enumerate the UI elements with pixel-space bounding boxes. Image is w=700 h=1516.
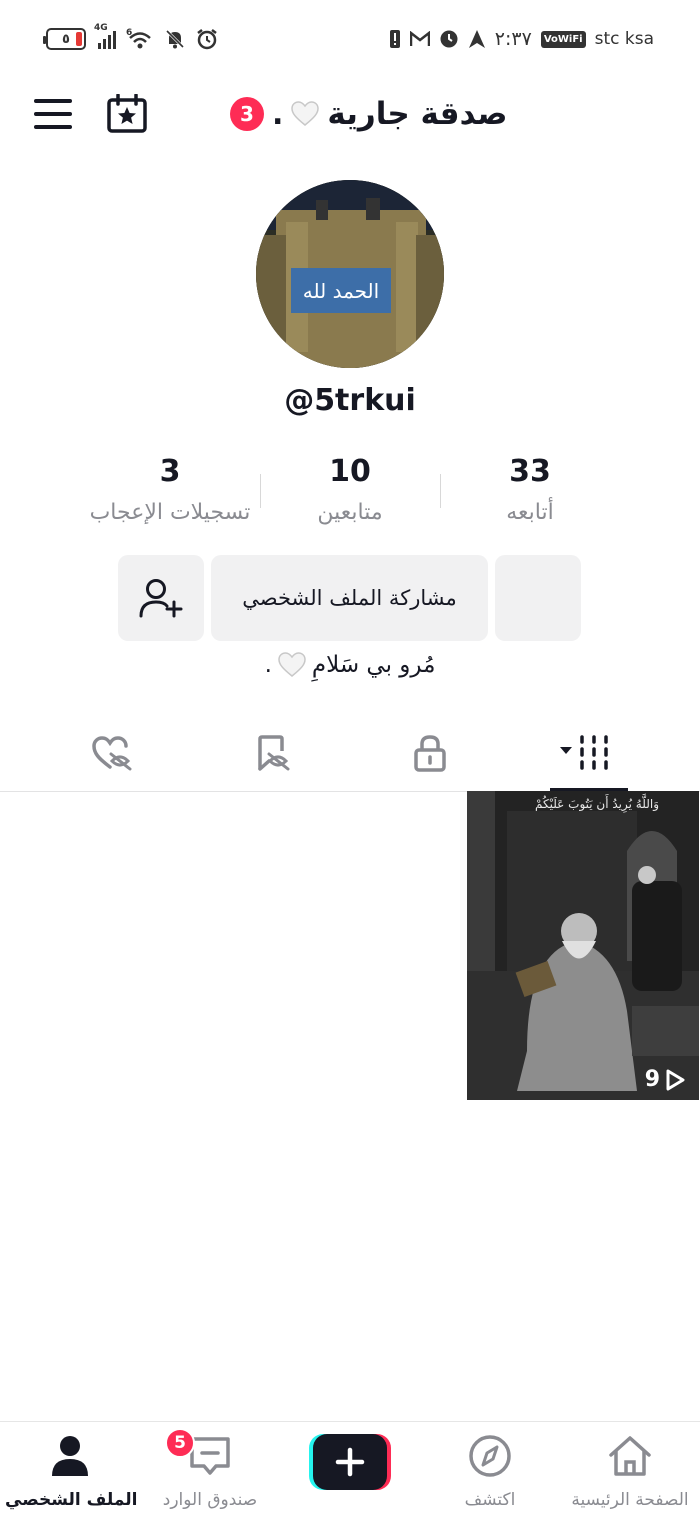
battery-icon: ٥ — [43, 28, 86, 50]
profile-stats: 33 أتابعه 10 متابعين 3 تسجيلات الإعجاب — [60, 452, 640, 532]
tab-videos[interactable] — [560, 730, 620, 776]
home-icon — [609, 1436, 651, 1476]
title-dot: . — [272, 96, 284, 132]
nav-inbox[interactable]: 5 صندوق الوارد — [145, 1428, 275, 1510]
profile-display-name: صدقة جارية — [327, 96, 508, 132]
nav-profile-label: الملف الشخصي — [5, 1490, 138, 1510]
stat-likes[interactable]: 3 تسجيلات الإعجاب — [75, 452, 265, 530]
stat-following-label: أتابعه — [506, 500, 554, 525]
cell-signal-icon: 4G — [94, 23, 116, 49]
heart-hidden-icon — [92, 736, 132, 771]
nav-profile[interactable]: الملف الشخصي — [5, 1434, 138, 1510]
grid-icon — [560, 735, 608, 770]
tab-private[interactable] — [400, 730, 460, 776]
svg-text:الحمد لله: الحمد لله — [303, 279, 379, 303]
stat-following-value: 33 — [509, 454, 551, 489]
video-thumbnail[interactable]: وَاللَّهُ يُرِيدُ أَن يَتُوبَ عَلَيْكُمْ… — [467, 791, 699, 1100]
carrier-name: stc ksa — [594, 29, 654, 49]
creator-calendar-icon[interactable] — [106, 94, 148, 134]
video-view-count: 9 — [645, 1067, 685, 1092]
clock-time: ٢:٣٧ — [494, 28, 532, 50]
profile-icon — [52, 1436, 88, 1476]
bio-dot: . — [264, 652, 272, 678]
nav-home-label: الصفحة الرئيسية — [571, 1490, 689, 1510]
profile-header: 3 . صدقة جارية — [0, 76, 700, 152]
sim-alert-icon — [389, 30, 400, 48]
status-bar-right: ٢:٣٧ VoWiFi stc ksa — [389, 24, 654, 54]
bottom-nav: الصفحة الرئيسية اكتشف 5 صندوق الوارد الم… — [0, 1421, 700, 1516]
white-heart-icon — [291, 101, 320, 126]
video-thumbnail-image — [467, 791, 699, 1100]
clock-icon — [440, 30, 458, 48]
battery-level: ٥ — [62, 31, 70, 47]
bookmark-hidden-icon — [258, 735, 290, 771]
wifi-icon: 6 — [126, 28, 151, 49]
stat-followers-label: متابعين — [317, 500, 383, 525]
add-user-icon — [139, 579, 183, 618]
create-post-button[interactable] — [309, 1434, 391, 1490]
bio: مُرو بي سَلامِ . — [0, 652, 700, 678]
find-friends-button[interactable] — [118, 555, 204, 641]
share-profile-button[interactable]: مشاركة الملف الشخصي — [211, 555, 488, 641]
edit-profile-button[interactable] — [495, 555, 581, 641]
alarm-icon — [197, 29, 217, 50]
bio-text: مُرو بي سَلامِ — [311, 652, 436, 678]
avatar[interactable]: الحمد لله — [256, 180, 444, 368]
video-caption: وَاللَّهُ يُرِيدُ أَن يَتُوبَ عَلَيْكُمْ — [534, 797, 659, 811]
stat-followers[interactable]: 10 متابعين — [255, 452, 445, 530]
nav-discover[interactable]: اكتشف — [425, 1434, 555, 1510]
bell-off-icon — [165, 29, 185, 49]
lock-icon — [414, 735, 446, 772]
notification-badge: 3 — [230, 97, 264, 131]
menu-icon[interactable] — [34, 99, 72, 129]
status-bar: ٥ 4G 6 ٢:٣٧ VoWiFi stc ksa — [0, 0, 700, 76]
stat-followers-value: 10 — [329, 454, 371, 489]
stat-likes-label: تسجيلات الإعجاب — [89, 500, 251, 525]
tab-favorites[interactable] — [242, 730, 302, 776]
network-type: 4G — [94, 23, 108, 33]
nav-discover-label: اكتشف — [464, 1490, 516, 1510]
white-heart-icon — [278, 652, 306, 677]
gmail-icon — [409, 31, 430, 46]
compass-icon — [469, 1435, 511, 1477]
tab-liked[interactable] — [82, 730, 142, 776]
vowifi-badge: VoWiFi — [540, 30, 586, 48]
status-bar-left: ٥ 4G 6 — [43, 23, 218, 54]
navigation-icon — [468, 30, 485, 48]
stat-following[interactable]: 33 أتابعه — [435, 452, 625, 530]
username: @5trkui — [284, 383, 416, 418]
nav-inbox-label: صندوق الوارد — [162, 1490, 258, 1510]
video-views-value: 9 — [644, 1067, 660, 1092]
play-icon — [666, 1069, 685, 1090]
content-tabs — [0, 718, 700, 792]
inbox-badge: 5 — [165, 1428, 195, 1458]
profile-title-group[interactable]: 3 . صدقة جارية — [230, 92, 507, 136]
stat-likes-value: 3 — [159, 454, 181, 489]
avatar-image: الحمد لله — [256, 180, 444, 368]
nav-home[interactable]: الصفحة الرئيسية — [565, 1434, 695, 1510]
